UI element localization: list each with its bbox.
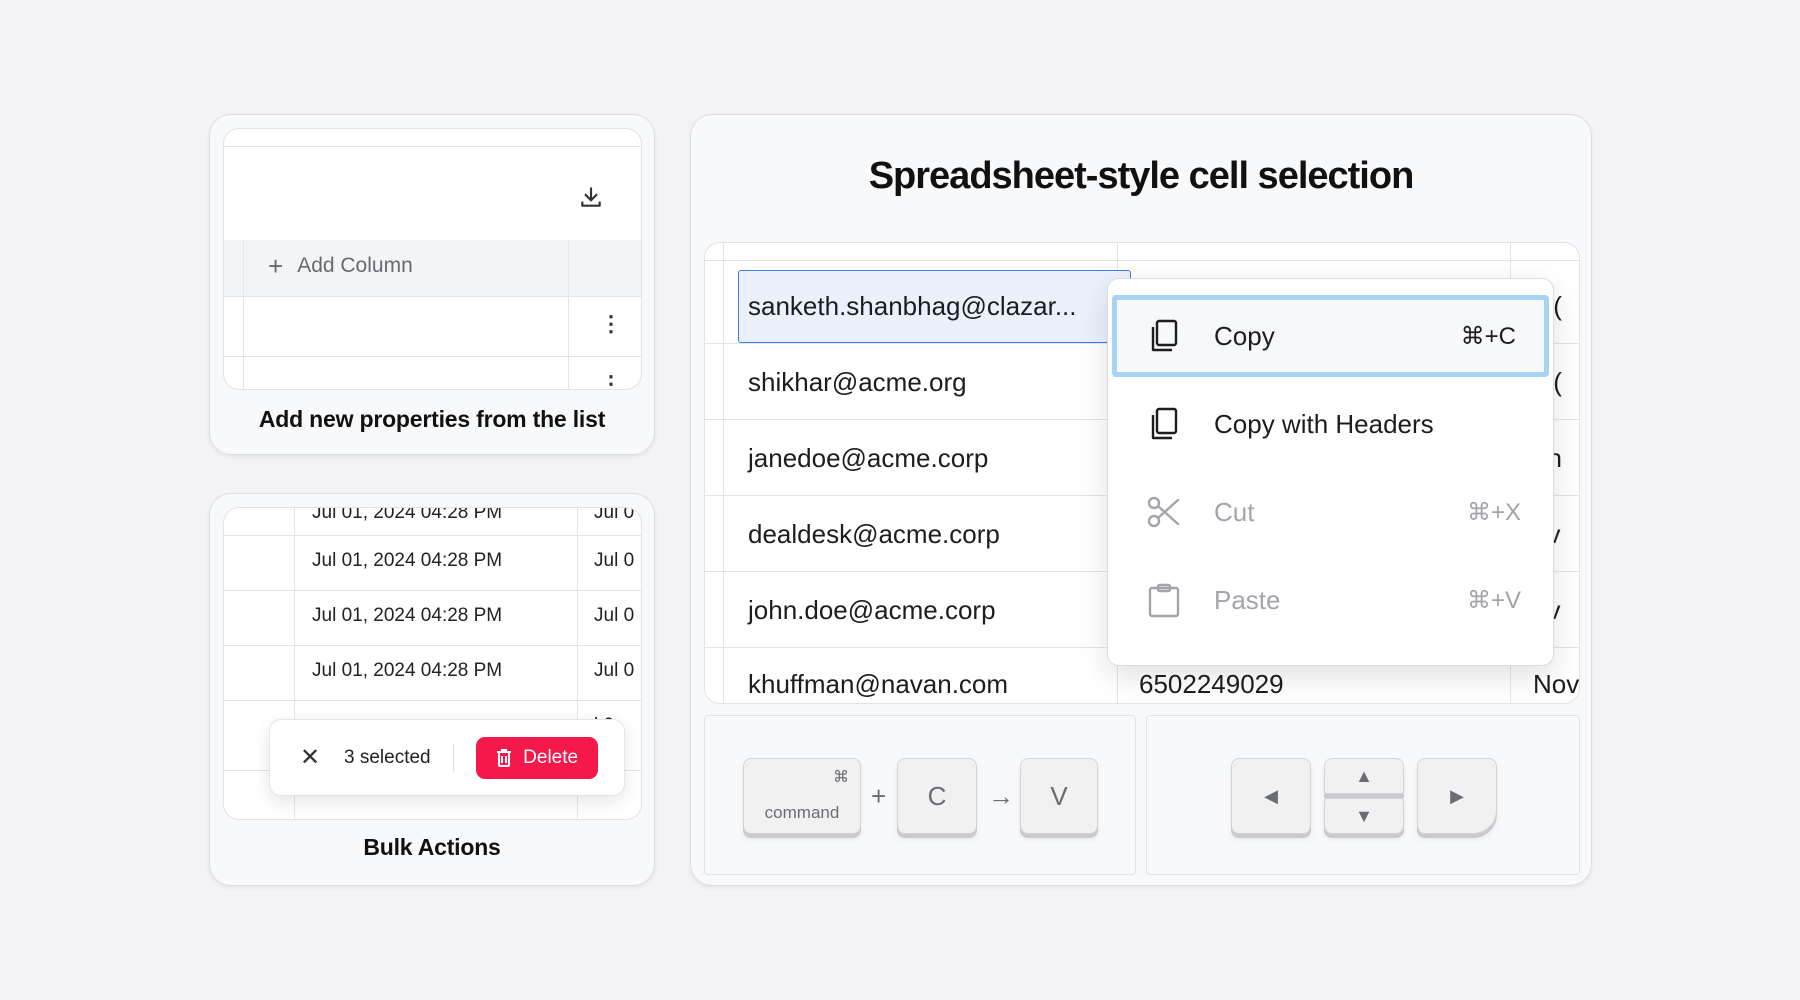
card-title: Spreadsheet-style cell selection [868,155,1415,197]
delete-label: Delete [523,746,579,768]
menu-item-label: Paste [1214,584,1281,615]
delete-button[interactable]: Delete [475,736,598,779]
add-column-label: Add Column [297,254,413,277]
add-properties-card: + Add Column ⋮ ⋮ Add new properties from… [209,114,655,455]
table-cell: Jul 0 [594,660,635,681]
then-arrow-icon: → [988,781,1014,811]
bulk-action-bar: ✕ 3 selected Delete [269,719,625,796]
v-key: V [1020,758,1098,834]
menu-item-label: Copy [1214,320,1275,351]
copy-icon [1151,407,1178,440]
down-arrow-icon: ▼ [1355,805,1373,826]
row-menu-icon[interactable]: ⋮ [600,313,622,335]
down-arrow-key: ▼ [1324,798,1404,834]
table-cell: Jul 0 [594,507,635,523]
email-cell[interactable]: shikhar@acme.org [748,367,967,398]
c-key: C [897,758,977,834]
add-column-button[interactable]: + Add Column [268,253,413,279]
table-cell: Jul 01, 2024 04:28 PM [312,507,503,523]
bulk-actions-card: Jul 01, 2024 04:28 PM Jul 0 Jul 01, 2024… [209,493,655,886]
left-arrow-key: ◀ [1231,758,1311,834]
command-key: ⌘ command [743,758,861,834]
properties-table: + Add Column ⋮ ⋮ [223,128,642,390]
clear-selection-icon[interactable]: ✕ [300,743,320,772]
table-cell: Jul 0 [594,550,635,571]
left-arrow-icon: ◀ [1264,785,1278,806]
menu-item-label: Cut [1214,496,1255,527]
plus-sign: + [871,781,887,811]
up-arrow-icon: ▲ [1355,765,1373,786]
table-cell: Jul 01, 2024 04:28 PM [312,660,503,681]
card-caption: Add new properties from the list [258,406,606,432]
download-icon [581,187,601,207]
context-menu: Copy ⌘+C Copy with Headers Cut ⌘+X Paste… [1107,278,1554,666]
right-arrow-key: ▶ [1417,758,1497,834]
trash-icon [497,748,512,767]
up-arrow-key: ▲ [1324,758,1404,794]
download-button[interactable] [578,184,608,214]
menu-item-paste[interactable]: Paste ⌘+V [1112,559,1549,641]
selected-count: 3 selected [344,746,431,768]
command-icon: ⌘ [833,769,849,786]
command-key-label: command [764,803,840,822]
arrow-keys-panel: ◀ ▲ ▼ ▶ [1146,715,1580,875]
card-caption: Bulk Actions [363,834,501,860]
menu-item-shortcut: ⌘+X [1466,498,1521,526]
scissors-icon [1147,496,1180,528]
menu-item-cut[interactable]: Cut ⌘+X [1112,471,1549,553]
menu-item-label: Copy with Headers [1214,408,1434,439]
records-table: Jul 01, 2024 04:28 PM Jul 0 Jul 01, 2024… [223,507,642,820]
email-cell[interactable]: john.doe@acme.corp [748,595,996,626]
table-cell: Jul 0 [594,605,635,626]
email-cell[interactable]: dealdesk@acme.corp [748,519,1000,550]
row-menu-icon[interactable]: ⋮ [600,373,622,390]
email-cell[interactable]: khuffman@navan.com [748,669,1008,700]
clipboard-icon [1148,583,1180,618]
menu-item-shortcut: ⌘+C [1460,322,1516,350]
copy-icon [1151,319,1178,352]
menu-item-copy-with-headers[interactable]: Copy with Headers [1112,383,1549,465]
table-cell: Jul 01, 2024 04:28 PM [312,605,503,626]
plus-icon: + [268,251,284,281]
copy-paste-shortcut-panel: ⌘ command + C → V [704,715,1136,875]
phone-cell[interactable]: 6502249029 [1139,669,1284,700]
right-arrow-icon: ▶ [1450,785,1464,806]
menu-item-shortcut: ⌘+V [1466,586,1521,614]
table-cell: Jul 01, 2024 04:28 PM [312,550,503,571]
menu-item-copy[interactable]: Copy ⌘+C [1112,295,1549,377]
email-cell[interactable]: janedoe@acme.corp [748,443,988,474]
table-cell: Nov [1533,669,1580,699]
email-cell[interactable]: sanketh.shanbhag@clazar... [748,291,1077,322]
